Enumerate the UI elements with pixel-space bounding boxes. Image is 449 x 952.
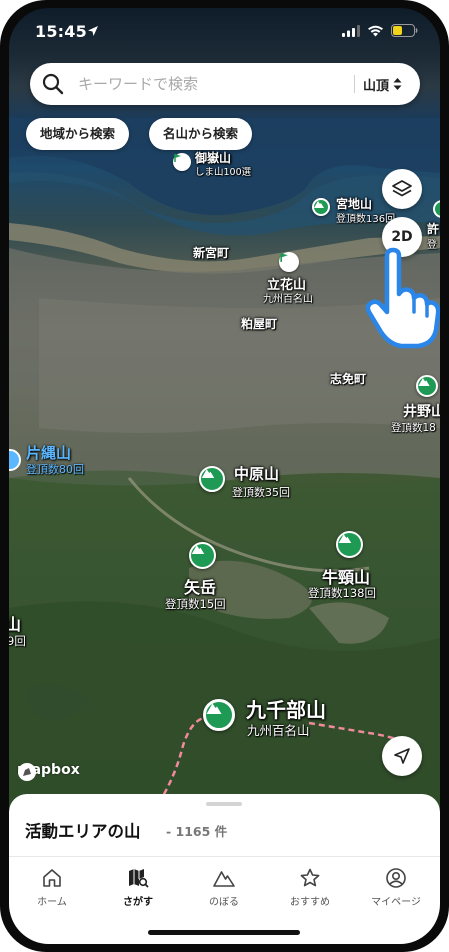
user-circle-icon [386, 868, 406, 888]
mountain-sub-inokuma: 登頂数18 [391, 422, 436, 434]
mountain-name-right-top: 許 [427, 222, 440, 236]
mountain-icon [338, 534, 352, 543]
mountain-sub-yadake: 登頂数15回 [165, 597, 226, 611]
flag-icon [280, 253, 288, 262]
famous-mountain-search-chip[interactable]: 名山から検索 [149, 118, 253, 150]
tab-search[interactable]: さがす [95, 867, 181, 908]
place-label-kasuya: 粕屋町 [241, 317, 278, 331]
map-search-icon [129, 869, 149, 888]
sheet-grabber[interactable] [206, 802, 242, 806]
flag-icon [174, 154, 181, 162]
search-filter-select[interactable]: 山頂 [363, 74, 402, 94]
mountain-name-yadake: 矢岳 [184, 578, 217, 597]
layers-button[interactable] [382, 169, 422, 209]
location-arrow-icon [88, 26, 98, 36]
wifi-icon [368, 25, 383, 36]
navigation-arrow-icon [394, 748, 410, 764]
battery-icon [391, 24, 418, 37]
sheet-count: - 1165 件 [166, 824, 228, 839]
mountain-icon [213, 871, 235, 887]
status-icons [342, 24, 418, 37]
tab-mypage-label: マイページ [371, 897, 421, 908]
mountain-pin-tachibana[interactable] [279, 252, 299, 272]
status-time: 15:45 [35, 22, 87, 41]
mountain-name-nakahara: 中原山 [234, 465, 280, 483]
mountain-pin-mitaka[interactable] [173, 153, 191, 171]
sort-arrows-icon [393, 78, 402, 90]
mountain-pin-kusenbu[interactable] [203, 699, 235, 731]
home-indicator [148, 930, 300, 935]
tab-climb[interactable]: のぼる [181, 867, 267, 908]
mountain-pin-inokuma[interactable] [416, 375, 438, 397]
mountain-sub-kusenbu: 九州百名山 [247, 723, 310, 738]
phone-frame: 新宮町 粕屋町 志免町 御嶽山 しま山100選 宮地山 登頂数136回 許 登 … [0, 0, 449, 952]
mountain-pin-nakahara[interactable] [199, 466, 225, 492]
mountain-icon [206, 703, 222, 714]
cellular-signal-icon [342, 24, 360, 37]
mountain-sub-katanawa: 登頂数80回 [26, 463, 84, 476]
view-mode-label: 2D [391, 229, 413, 245]
tab-search-label: さがす [123, 897, 153, 908]
place-label-shingu: 新宮町 [193, 246, 230, 260]
mapbox-logo-icon [18, 763, 36, 781]
mountain-pin-yadake[interactable] [189, 542, 216, 569]
tab-home[interactable]: ホーム [9, 867, 95, 908]
mountain-name-left-edge: 山 [9, 615, 22, 634]
tab-recommend[interactable]: おすすめ [267, 867, 353, 908]
mountain-icon [418, 378, 430, 386]
mountain-icon [191, 545, 205, 554]
search-icon [42, 73, 64, 95]
tab-bar: ホーム さがす のぼる おすすめ マイページ [9, 856, 440, 944]
home-icon [43, 869, 61, 887]
tab-recommend-label: おすすめ [290, 897, 330, 908]
tab-climb-label: のぼる [209, 897, 239, 908]
status-bar: 15:45 [9, 8, 440, 54]
current-location-button[interactable] [382, 736, 422, 776]
mountain-sub-left-edge: 9回 [9, 634, 26, 648]
search-filter-label: 山頂 [363, 78, 390, 94]
tap-hand-icon [365, 247, 440, 349]
place-label-shime: 志免町 [330, 372, 367, 386]
mountain-sub-nakahara: 登頂数35回 [232, 486, 290, 499]
mountain-sub-gozu: 登頂数138回 [308, 586, 376, 600]
mountain-name-kusenbu: 九千部山 [246, 698, 326, 722]
sheet-title: 活動エリアの山 [25, 822, 141, 841]
mountain-pin-gozu[interactable] [336, 531, 363, 558]
search-bar[interactable]: 山頂 [30, 63, 420, 105]
search-input[interactable] [78, 74, 338, 94]
search-divider [354, 75, 355, 93]
tab-home-label: ホーム [37, 897, 67, 908]
mountain-icon [201, 469, 215, 478]
region-search-chip[interactable]: 地域から検索 [26, 118, 130, 150]
tab-mypage[interactable]: マイページ [353, 867, 439, 908]
star-icon [300, 868, 320, 887]
layers-icon [392, 180, 412, 197]
mapbox-attribution[interactable]: mapbox [17, 762, 80, 781]
mountain-pin-miyaji[interactable] [312, 198, 330, 216]
mountain-icon [314, 201, 324, 208]
mountain-name-inokuma: 井野山 [403, 404, 440, 420]
mountain-name-katanawa: 片縄山 [26, 444, 72, 462]
screen: 新宮町 粕屋町 志免町 御嶽山 しま山100選 宮地山 登頂数136回 許 登 … [9, 8, 440, 944]
mountain-sub-mitaka: しま山100選 [195, 167, 252, 178]
mountain-sub-tachibana: 九州百名山 [263, 294, 313, 305]
mountain-list-sheet[interactable]: 活動エリアの山 - 1165 件 [9, 794, 440, 856]
